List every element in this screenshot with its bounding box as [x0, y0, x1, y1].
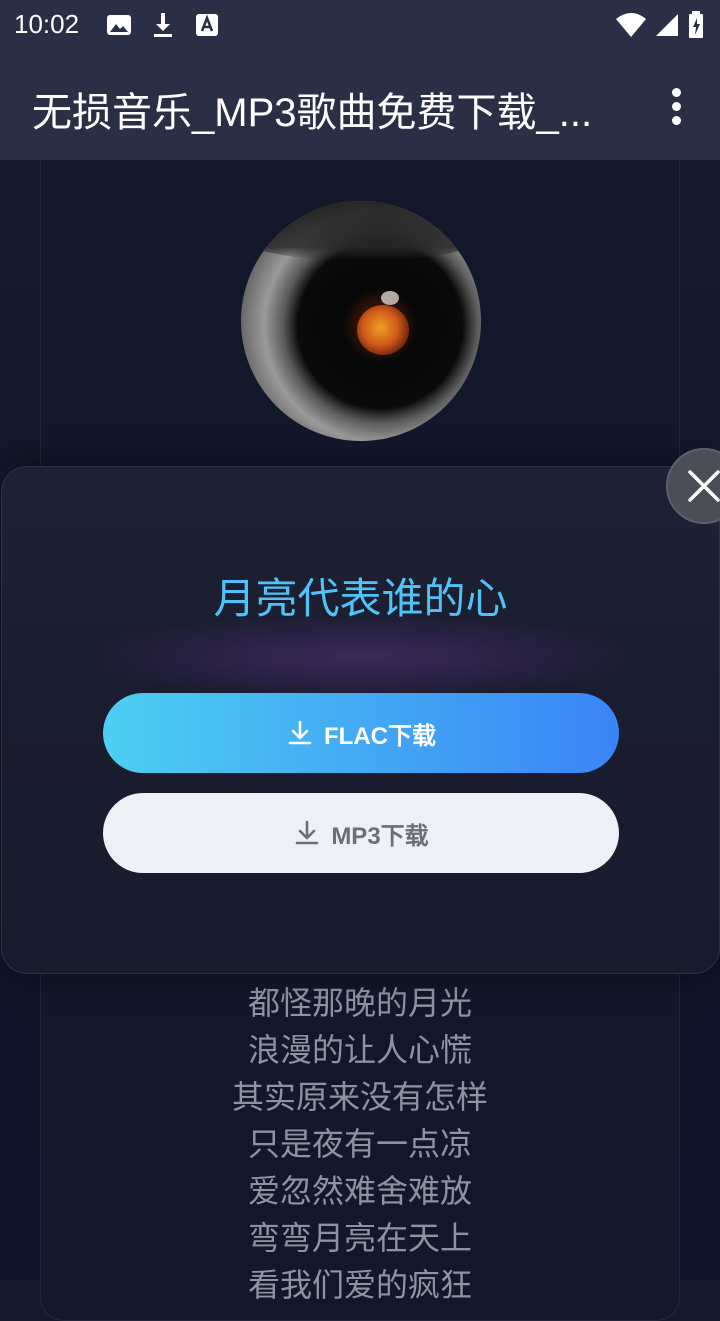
download-dialog: 月亮代表谁的心 FLAC下载 MP3下载 [1, 466, 720, 974]
signal-icon [656, 14, 678, 36]
lyric-line: 都怪那晚的月光 [247, 984, 472, 1022]
battery-icon [689, 11, 703, 38]
lyric-line: 弯弯月亮在天上 [247, 1219, 472, 1257]
app-bar: 无损音乐_MP3歌曲免费下载_... [0, 50, 720, 160]
status-time: 10:02 [14, 9, 80, 39]
lyric-line: 看我们爱的疯狂 [247, 1266, 472, 1304]
download-icon [288, 720, 312, 745]
more-vert-icon-dot [672, 102, 681, 111]
flac-download-label: FLAC下载 [324, 722, 436, 750]
mp3-download-label: MP3下载 [331, 822, 429, 850]
lyrics: 都怪那晚的月光 浪漫的让人心慌 其实原来没有怎样 只是夜有一点凉 爱忽然难舍难放… [40, 980, 680, 1309]
close-icon [688, 470, 720, 502]
title-glow [102, 617, 622, 697]
status-bar: 10:02 [0, 0, 720, 50]
image-icon [107, 15, 131, 35]
mp3-download-button[interactable]: MP3下载 [103, 793, 619, 873]
lyric-line: 浪漫的让人心慌 [247, 1031, 472, 1069]
download-icon [154, 13, 172, 37]
more-vert-icon-dot [672, 116, 681, 125]
lyric-line: 爱忽然难舍难放 [247, 1172, 472, 1210]
lyric-line: 其实原来没有怎样 [231, 1078, 488, 1116]
more-menu-button[interactable] [656, 78, 696, 134]
wifi-icon [616, 13, 646, 37]
page-title: 无损音乐_MP3歌曲免费下载_... [32, 91, 593, 135]
download-icon [296, 820, 319, 845]
song-title: 月亮代表谁的心 [213, 574, 508, 623]
a-badge-icon [196, 14, 218, 36]
flac-download-button[interactable]: FLAC下载 [103, 693, 619, 773]
more-vert-icon [672, 88, 681, 97]
lyric-line: 只是夜有一点凉 [247, 1125, 472, 1163]
album-cover [241, 201, 481, 441]
